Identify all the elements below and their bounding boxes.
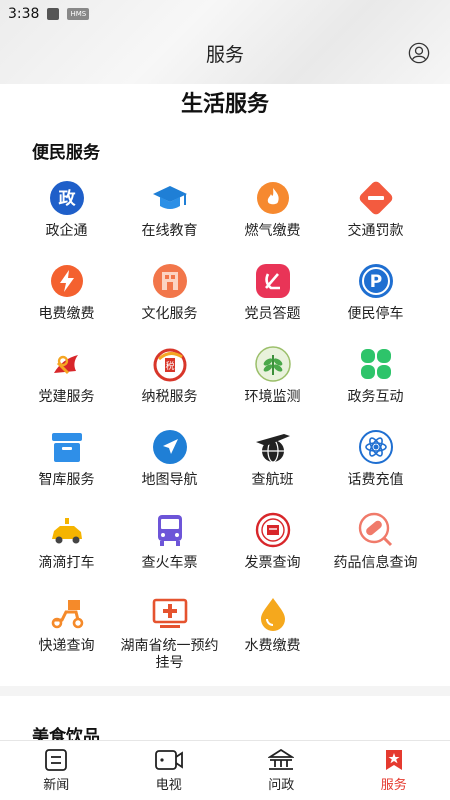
- navigation-arrow-icon: [151, 428, 189, 466]
- service-label: 政务互动: [347, 389, 404, 405]
- tab-tv[interactable]: 电视: [113, 741, 226, 800]
- service-label: 智库服务: [38, 472, 95, 488]
- service-item[interactable]: 电费缴费: [15, 262, 118, 345]
- lightning-icon: [48, 262, 86, 300]
- scooter-icon: [48, 594, 86, 632]
- service-item[interactable]: 文化服务: [118, 262, 221, 345]
- news-icon: [45, 749, 68, 771]
- tab-government[interactable]: 问政: [225, 741, 338, 800]
- car-icon: [48, 511, 86, 549]
- party-emblem-icon: [254, 262, 292, 300]
- service-item[interactable]: 快递查询: [15, 594, 118, 677]
- party-flag-icon: [48, 345, 86, 383]
- service-item[interactable]: 在线教育: [118, 179, 221, 262]
- pill-icon: [357, 511, 395, 549]
- airplane-globe-icon: [254, 428, 292, 466]
- service-label: 药品信息查询: [333, 555, 418, 571]
- tab-services[interactable]: 服务: [338, 741, 450, 800]
- bottom-tab-bar: 新闻 电视 问政 服务: [0, 740, 450, 800]
- no-entry-icon: [357, 179, 395, 217]
- service-label: 党建服务: [38, 389, 95, 405]
- service-label: 滴滴打车: [38, 555, 95, 571]
- service-item[interactable]: 智库服务: [15, 428, 118, 511]
- parking-icon: P: [357, 262, 395, 300]
- tab-label: 问政: [268, 778, 295, 793]
- status-bar: 3:38 HMS: [0, 0, 450, 28]
- building-icon: [151, 262, 189, 300]
- tax-seal-icon: 税: [151, 345, 189, 383]
- service-item[interactable]: 党建服务: [15, 345, 118, 428]
- service-label: 发票查询: [244, 555, 301, 571]
- food-section-title: 美食饮品: [32, 727, 100, 740]
- atom-icon: [357, 428, 395, 466]
- service-item[interactable]: 话费充值: [324, 428, 427, 511]
- bus-icon: [151, 511, 189, 549]
- service-label: 话费充值: [347, 472, 404, 488]
- service-label: 纳税服务: [141, 389, 198, 405]
- service-item[interactable]: 滴滴打车: [15, 511, 118, 594]
- service-item[interactable]: 水费缴费: [221, 594, 324, 677]
- page-title: 服务: [205, 44, 244, 66]
- tab-label: 新闻: [43, 778, 70, 793]
- flame-icon: [254, 179, 292, 217]
- section-divider: [0, 686, 450, 696]
- status-time: 3:38: [8, 6, 40, 22]
- service-item[interactable]: 地图导航: [118, 428, 221, 511]
- service-item[interactable]: 湖南省统一预约挂号: [118, 594, 221, 677]
- service-grid: 政 政企通 在线教育 燃气缴费 交通罚款 电费缴费 文化服务 党员答题 P 便民…: [15, 179, 450, 677]
- government-building-icon: [268, 749, 295, 770]
- service-label: 水费缴费: [244, 638, 301, 654]
- archive-box-icon: [48, 428, 86, 466]
- service-label: 电费缴费: [38, 306, 95, 322]
- service-item[interactable]: 药品信息查询: [324, 511, 427, 594]
- service-item[interactable]: 查航班: [221, 428, 324, 511]
- svg-text:P: P: [369, 272, 381, 292]
- tab-label: 电视: [155, 778, 182, 793]
- service-item[interactable]: 党员答题: [221, 262, 324, 345]
- service-label: 环境监测: [244, 389, 301, 405]
- service-label: 文化服务: [141, 306, 198, 322]
- service-label: 快递查询: [38, 638, 95, 654]
- service-item[interactable]: 环境监测: [221, 345, 324, 428]
- graduation-cap-icon: [151, 179, 189, 217]
- content-area[interactable]: 生活服务 便民服务 政 政企通 在线教育 燃气缴费 交通罚款 电费缴费 文化服务…: [0, 84, 450, 740]
- service-label: 查火车票: [141, 555, 198, 571]
- service-flag-icon: [385, 750, 402, 770]
- tab-label: 服务: [380, 778, 407, 793]
- zheng-badge-icon: 政: [48, 179, 86, 217]
- service-label: 地图导航: [141, 472, 198, 488]
- leaf-icon: [254, 345, 292, 383]
- service-label: 燃气缴费: [244, 223, 301, 239]
- tv-camera-icon: [154, 750, 183, 770]
- service-label: 党员答题: [244, 306, 301, 322]
- service-label: 查航班: [251, 472, 294, 488]
- water-drop-icon: [254, 594, 292, 632]
- svg-text:政: 政: [58, 188, 76, 209]
- service-item[interactable]: 燃气缴费: [221, 179, 324, 262]
- tab-news[interactable]: 新闻: [0, 741, 113, 800]
- seal-icon: [254, 511, 292, 549]
- service-label: 湖南省统一预约挂号: [120, 638, 219, 671]
- service-label: 便民停车: [347, 306, 404, 322]
- life-services-title: 生活服务: [180, 92, 269, 117]
- service-label: 在线教育: [141, 223, 198, 239]
- user-profile-icon[interactable]: [408, 42, 430, 64]
- service-item[interactable]: 政务互动: [324, 345, 427, 428]
- service-item[interactable]: 交通罚款: [324, 179, 427, 262]
- service-item[interactable]: 查火车票: [118, 511, 221, 594]
- service-item[interactable]: P 便民停车: [324, 262, 427, 345]
- service-item[interactable]: 税 纳税服务: [118, 345, 221, 428]
- medical-monitor-icon: [151, 594, 189, 632]
- service-item[interactable]: 发票查询: [221, 511, 324, 594]
- clover-icon: [357, 345, 395, 383]
- service-item[interactable]: 政 政企通: [15, 179, 118, 262]
- svg-text:税: 税: [165, 360, 174, 372]
- service-label: 交通罚款: [347, 223, 404, 239]
- section-title: 便民服务: [32, 143, 100, 163]
- hms-badge: HMS: [67, 8, 90, 20]
- notification-icon: [47, 8, 60, 20]
- service-label: 政企通: [45, 223, 88, 239]
